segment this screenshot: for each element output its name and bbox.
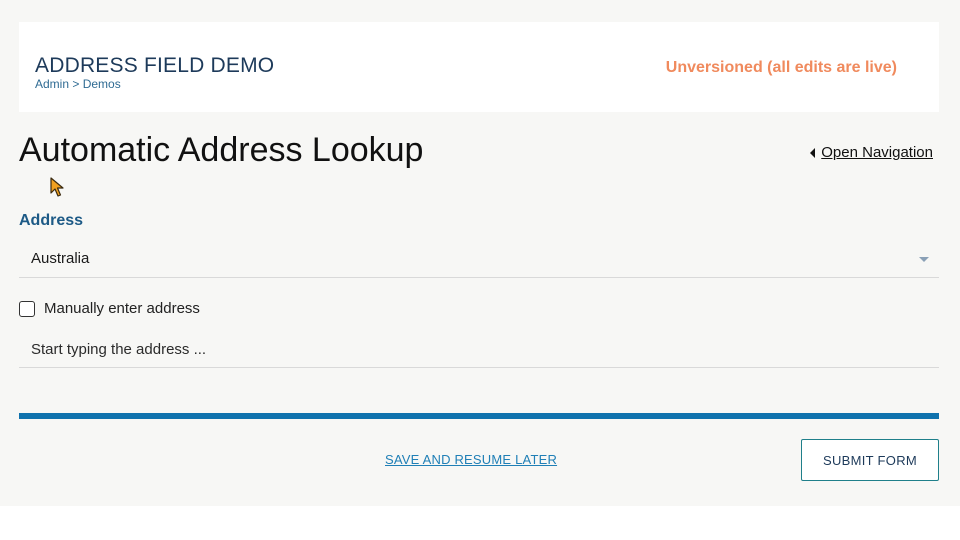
chevron-down-icon [919, 257, 929, 262]
manual-entry-label: Manually enter address [44, 300, 200, 317]
address-field-label: Address [19, 212, 84, 229]
form-progress-fill [19, 413, 939, 419]
submit-form-button[interactable]: SUBMIT FORM [801, 439, 939, 481]
page-title: Automatic Address Lookup [19, 131, 424, 169]
open-navigation-label: Open Navigation [821, 144, 933, 161]
version-status: Unversioned (all edits are live) [665, 59, 897, 76]
breadcrumb: Admin > Demos [35, 77, 121, 91]
caret-left-icon [810, 147, 816, 158]
breadcrumb-separator: > [72, 77, 80, 91]
app-header: ADDRESS FIELD DEMO Admin > Demos Unversi… [19, 22, 939, 112]
country-select[interactable]: Australia [19, 240, 939, 278]
app-title: ADDRESS FIELD DEMO [35, 54, 275, 77]
manual-entry-checkbox[interactable] [19, 301, 35, 317]
country-select-value: Australia [31, 250, 90, 267]
save-and-resume-link[interactable]: SAVE AND RESUME LATER [385, 451, 557, 469]
form-progress-bar [19, 413, 939, 419]
address-lookup-input[interactable] [19, 331, 939, 368]
breadcrumb-demos-link[interactable]: Demos [83, 77, 121, 91]
manual-entry-option[interactable]: Manually enter address [19, 300, 200, 318]
mouse-cursor-icon [50, 177, 64, 197]
breadcrumb-admin-link[interactable]: Admin [35, 77, 69, 91]
open-navigation-link[interactable]: Open Navigation [810, 144, 933, 161]
app-root: ADDRESS FIELD DEMO Admin > Demos Unversi… [0, 0, 960, 506]
